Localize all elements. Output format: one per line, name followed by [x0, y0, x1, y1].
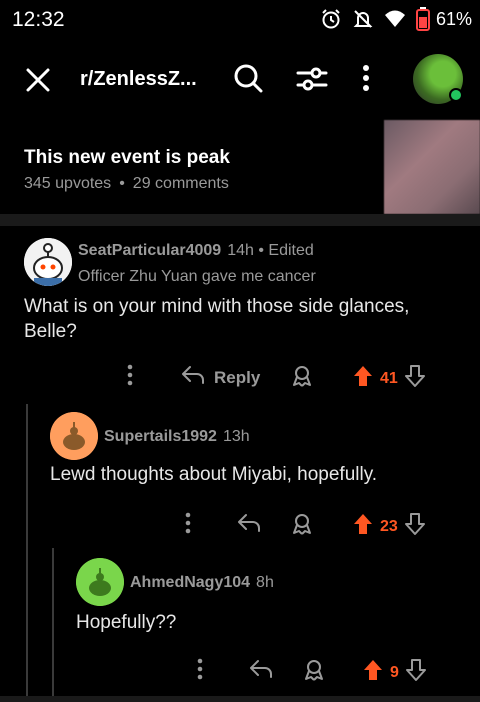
post-meta: 345 upvotes • 29 comments — [24, 175, 229, 193]
vote-controls: 9 — [362, 658, 427, 687]
comment-avatar[interactable] — [24, 238, 72, 286]
comment-username[interactable]: SeatParticular4009 14h • Edited — [78, 242, 314, 260]
more-options-icon[interactable] — [184, 512, 192, 534]
wifi-icon — [384, 9, 406, 29]
comment-username[interactable]: AhmedNagy104 8h — [130, 574, 274, 592]
reply-label: Reply — [214, 367, 261, 387]
comment-body: Hopefully?? — [76, 612, 177, 633]
more-options-icon[interactable] — [126, 364, 134, 386]
comment-score: 23 — [380, 517, 398, 535]
status-icons: 61% — [320, 6, 472, 32]
vote-controls: 41 — [352, 364, 426, 393]
username-text: SeatParticular4009 — [78, 242, 222, 259]
post-title: This new event is peak — [24, 147, 230, 168]
comment-body: What is on your mind with those side gla… — [24, 294, 409, 344]
online-indicator — [449, 88, 463, 102]
comment-body: Lewd thoughts about Miyabi, hopefully. — [50, 464, 378, 485]
search-icon[interactable] — [232, 62, 264, 99]
reply-button[interactable] — [248, 658, 274, 685]
post-upvotes: 345 upvotes — [24, 175, 112, 192]
upvote-icon[interactable] — [352, 364, 374, 393]
vote-controls: 23 — [352, 512, 426, 541]
reply-icon — [248, 658, 274, 685]
downvote-icon[interactable] — [404, 512, 426, 541]
award-icon[interactable] — [302, 658, 326, 682]
post-thumbnail[interactable] — [384, 120, 480, 214]
more-options-icon[interactable] — [362, 64, 370, 97]
reply-icon — [180, 364, 206, 391]
downvote-icon[interactable] — [405, 658, 427, 687]
upvote-icon[interactable] — [352, 512, 374, 541]
more-options-icon[interactable] — [196, 658, 204, 680]
thread-line[interactable] — [26, 404, 28, 696]
post-comments-count: 29 comments — [132, 175, 229, 192]
comment-username[interactable]: Supertails1992 13h — [104, 428, 250, 446]
notifications-off-icon — [352, 8, 374, 30]
sort-options-icon[interactable] — [296, 64, 328, 99]
username-text: Supertails1992 — [104, 428, 217, 445]
reply-button[interactable]: Reply — [180, 364, 260, 391]
comment-score: 9 — [390, 663, 399, 681]
downvote-icon[interactable] — [404, 364, 426, 393]
reply-icon — [236, 512, 262, 539]
user-flair: Officer Zhu Yuan gave me cancer — [78, 268, 316, 285]
username-text: AhmedNagy104 — [130, 574, 251, 591]
award-icon[interactable] — [290, 364, 314, 388]
close-icon[interactable] — [24, 66, 52, 99]
app-bar: r/ZenlessZ... — [0, 48, 480, 112]
bottom-bar — [0, 696, 480, 702]
thread-line[interactable] — [52, 548, 54, 696]
reply-button[interactable] — [236, 512, 262, 539]
comment-body-line: What is on your mind with those side gla… — [24, 296, 410, 317]
status-time: 12:32 — [12, 8, 65, 31]
comment-body-line: Belle? — [24, 321, 77, 342]
award-icon[interactable] — [290, 512, 314, 536]
alarm-icon — [320, 8, 342, 30]
subreddit-title[interactable]: r/ZenlessZ... — [80, 68, 197, 91]
battery-percent: 61% — [435, 8, 472, 29]
comment-time: 13h — [222, 428, 250, 445]
comment-avatar[interactable] — [50, 412, 98, 460]
user-avatar[interactable] — [413, 54, 463, 104]
comment-avatar[interactable] — [76, 558, 124, 606]
comment-score: 41 — [380, 369, 398, 387]
status-bar: 12:32 61% — [0, 0, 480, 38]
comment-time: 8h — [256, 574, 274, 591]
upvote-icon[interactable] — [362, 658, 384, 687]
meta-separator: • — [119, 175, 125, 192]
comment-time: 14h • Edited — [227, 242, 314, 259]
post-header[interactable]: This new event is peak 345 upvotes • 29 co… — [0, 120, 480, 214]
battery-icon — [415, 7, 430, 31]
section-divider — [0, 214, 480, 226]
